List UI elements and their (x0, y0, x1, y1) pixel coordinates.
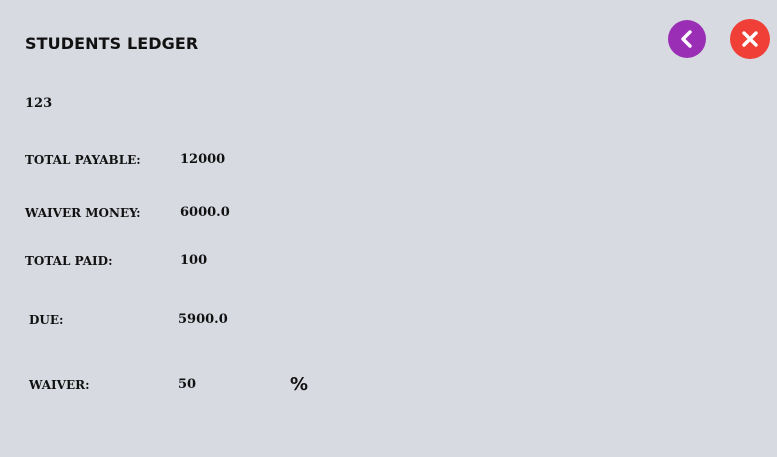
total-paid-label: TOTAL PAID: (25, 254, 113, 268)
total-payable-label: TOTAL PAYABLE: (25, 153, 141, 167)
waiver-percent-sign: % (290, 374, 309, 395)
due-label: DUE: (29, 313, 64, 327)
student-id: 123 (25, 96, 53, 111)
close-button[interactable] (730, 19, 770, 59)
chevron-left-icon (678, 30, 696, 48)
page-title: STUDENTS LEDGER (25, 34, 199, 53)
total-payable-value: 12000 (180, 152, 226, 167)
due-value: 5900.0 (178, 312, 228, 327)
waiver-money-value: 6000.0 (180, 205, 230, 220)
back-button[interactable] (668, 20, 706, 58)
waiver-money-label: WAIVER MONEY: (25, 206, 141, 220)
total-paid-value: 100 (180, 253, 208, 268)
close-icon (741, 30, 759, 48)
waiver-value: 50 (178, 377, 197, 392)
waiver-label: WAIVER: (29, 378, 90, 392)
